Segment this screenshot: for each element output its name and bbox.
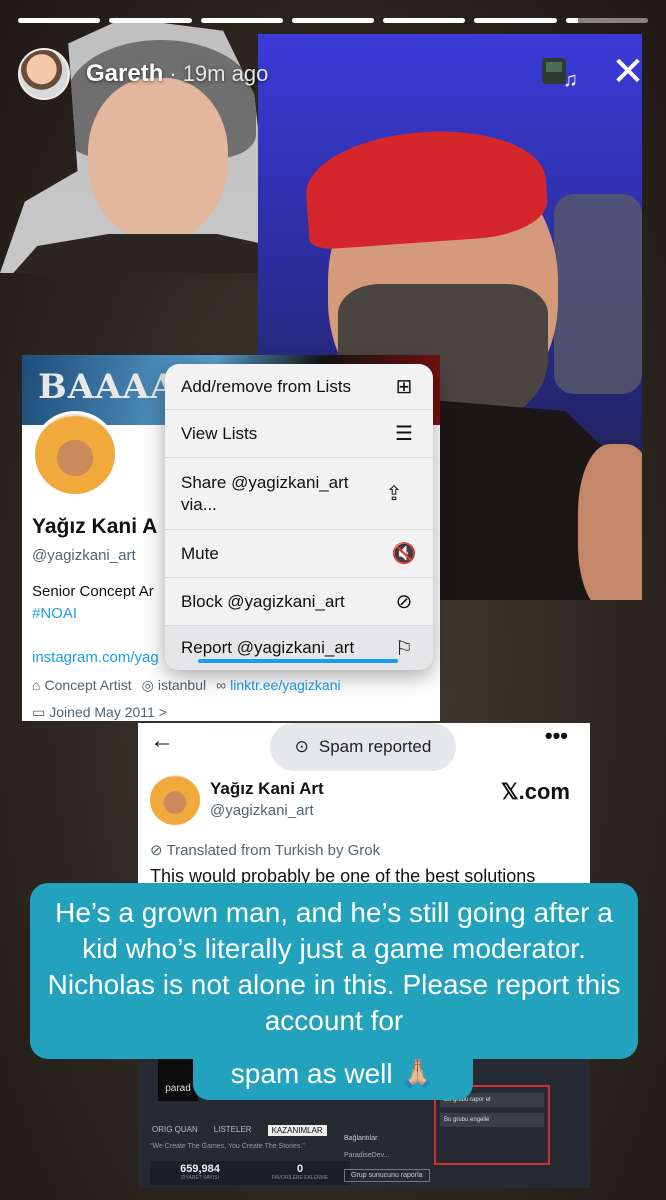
- location-icon: ◎: [141, 677, 154, 693]
- progress-segment: [383, 18, 466, 23]
- share-icon: ⇪: [385, 483, 403, 505]
- meta-link[interactable]: ∞ linktr.ee/yagizkani: [216, 677, 341, 694]
- progress-fill: [565, 18, 579, 23]
- more-icon[interactable]: •••: [545, 723, 568, 749]
- back-arrow-icon[interactable]: ←: [150, 727, 174, 755]
- menu-mute[interactable]: Mute 🔇: [165, 530, 433, 578]
- shot-tab-active: KAZANIMLAR: [267, 1125, 327, 1136]
- shot-option: Bu grubu engelle: [440, 1113, 544, 1127]
- menu-share[interactable]: Share @yagizkani_art via... ⇪: [165, 458, 433, 530]
- shot-links: Bağlantılar ParadiseDev... Grup sunucunu…: [344, 1135, 430, 1182]
- meta-location: ◎ istanbul: [141, 677, 207, 693]
- context-menu: Add/remove from Lists ⊞ View Lists ☰ Sha…: [165, 364, 433, 670]
- x-logo: 𝕏.com: [500, 779, 570, 804]
- menu-report[interactable]: Report @yagizkani_art ⚐: [165, 626, 433, 670]
- progress-segment: [474, 18, 557, 23]
- progress-segment: [565, 18, 648, 23]
- flag-icon: ⚐: [395, 637, 413, 660]
- spam-reported-toast: ⊙ Spam reported: [270, 723, 456, 771]
- man-cap: [302, 123, 550, 251]
- menu-add-remove-lists[interactable]: Add/remove from Lists ⊞: [165, 364, 433, 410]
- close-icon[interactable]: ✕: [608, 52, 648, 92]
- music-note-icon: ♫: [563, 69, 578, 91]
- progress-fill: [18, 18, 101, 23]
- story-username[interactable]: Gareth: [86, 60, 163, 88]
- story-caption-tail: spam as well 🙏🏼: [193, 1052, 473, 1100]
- profile-handle: @yagizkani_art: [32, 547, 136, 564]
- profile-link[interactable]: instagram.com/yag: [32, 649, 159, 666]
- mute-icon: 🔇: [391, 543, 417, 565]
- progress-segment: [200, 18, 283, 23]
- man-arm: [578, 444, 642, 600]
- progress-fill: [200, 18, 283, 23]
- link-icon: ∞: [216, 677, 227, 693]
- avatar[interactable]: [18, 48, 70, 100]
- menu-block[interactable]: Block @yagizkani_art ⊘: [165, 578, 433, 626]
- profile-meta: ⌂ Concept Artist ◎ istanbul ∞ linktr.ee/yag…: [32, 677, 341, 694]
- profile-avatar[interactable]: [32, 411, 118, 497]
- profile-hashtag[interactable]: #NOAI: [32, 605, 77, 622]
- shot-stats: 659,984 ZİYARET SAYISI 0 FAVORİLERE EKLENM…: [150, 1161, 350, 1185]
- story-progress: [18, 18, 648, 23]
- tweet-author-name[interactable]: Yağız Kani Art: [210, 779, 324, 799]
- story-caption: He’s a grown man, and he’s still going a…: [30, 883, 638, 1059]
- separator-dot: ·: [169, 61, 177, 86]
- shot-tab: LISTELER: [213, 1125, 252, 1134]
- block-icon: ⊘: [395, 591, 413, 613]
- translated-note: ⊘ Translated from Turkish by Grok: [150, 842, 381, 859]
- progress-fill: [291, 18, 375, 23]
- boy-face: [88, 78, 228, 243]
- bot-icon: ⊙: [294, 737, 309, 756]
- profile-joined[interactable]: ▭ Joined May 2011 >: [32, 704, 167, 721]
- translate-icon: ⊘: [150, 842, 167, 859]
- profile-name: Yağız Kani A: [32, 515, 158, 538]
- progress-fill: [109, 18, 192, 23]
- tweet-avatar[interactable]: [150, 775, 200, 825]
- briefcase-icon: ⌂: [32, 677, 41, 693]
- progress-fill: [383, 18, 466, 23]
- list-add-icon: ⊞: [395, 376, 413, 398]
- toast-label: Spam reported: [318, 737, 432, 756]
- tweet-author-handle: @yagizkani_art: [210, 802, 314, 819]
- story-header: Gareth · 19m ago ♫ ✕: [18, 46, 648, 102]
- calendar-icon: ▭: [32, 704, 46, 720]
- shot-tab: ORIG QUAN: [152, 1125, 198, 1134]
- shot-stat-visits: 659,984 ZİYARET SAYISI: [180, 1163, 220, 1181]
- meta-job: ⌂ Concept Artist: [32, 677, 132, 693]
- man-chair: [554, 194, 642, 394]
- progress-segment: [18, 18, 101, 23]
- shot-logo: parad: [158, 1057, 198, 1101]
- story-timestamp: 19m ago: [182, 61, 269, 86]
- shot-tabs: ORIG QUAN LISTELER KAZANIMLAR: [152, 1125, 327, 1136]
- progress-segment: [291, 18, 375, 23]
- shot-quote: "We Create The Games, You Create The Sto…: [150, 1143, 305, 1150]
- menu-view-lists[interactable]: View Lists ☰: [165, 410, 433, 458]
- progress-segment: [109, 18, 192, 23]
- report-underline: [198, 659, 398, 663]
- profile-bio: Senior Concept Ar: [32, 583, 154, 600]
- progress-fill: [474, 18, 557, 23]
- list-icon: ☰: [395, 423, 413, 445]
- shot-stat-favs: 0 FAVORİLERE EKLENME: [271, 1163, 329, 1181]
- music-sticker[interactable]: ♫: [540, 56, 578, 92]
